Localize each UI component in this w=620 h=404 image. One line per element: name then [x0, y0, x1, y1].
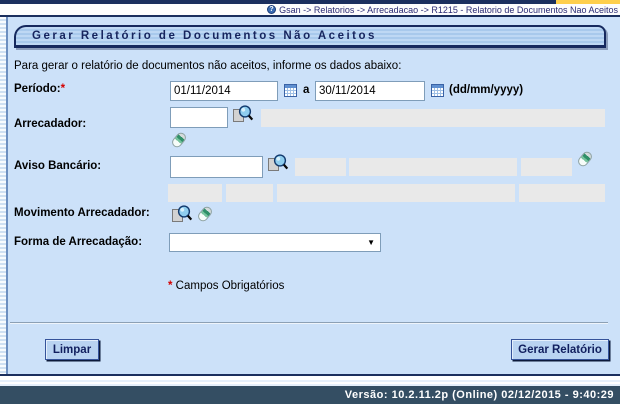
arrecadador-input[interactable]	[170, 107, 228, 128]
forma-arrecadacao-select[interactable]: ▼	[169, 233, 381, 252]
eraser-icon[interactable]	[575, 149, 595, 169]
version-text: Versão: 10.2.11.2p (Online) 02/12/2015 -…	[344, 389, 614, 401]
aviso-readonly-field	[521, 158, 572, 176]
forma-arrecadacao-label: Forma de Arrecadação:	[14, 236, 143, 248]
left-stripe-decoration	[0, 17, 8, 374]
page-title-text: Gerar Relatório de Documentos Não Aceito…	[32, 30, 377, 42]
eraser-icon[interactable]	[195, 204, 215, 224]
search-icon[interactable]	[232, 104, 254, 125]
instruction-text: Para gerar o relatório de documentos não…	[14, 60, 402, 72]
eraser-icon[interactable]	[169, 130, 189, 150]
aviso-bancario-input[interactable]	[170, 156, 263, 178]
page-title: Gerar Relatório de Documentos Não Aceito…	[14, 25, 606, 48]
arrecadador-description-field	[261, 109, 605, 127]
bottom-stripe-decoration	[0, 378, 620, 386]
aviso-readonly-field	[226, 184, 273, 202]
required-asterisk: *	[60, 83, 66, 95]
search-icon[interactable]	[267, 153, 289, 174]
breadcrumb: Gsan -> Relatorios -> Arrecadacao -> R12…	[279, 4, 618, 15]
aviso-readonly-field	[168, 184, 222, 202]
help-icon[interactable]: ?	[267, 5, 277, 14]
arrecadador-label: Arrecadador:	[14, 118, 87, 130]
breadcrumb-bar: ? Gsan -> Relatorios -> Arrecadacao -> R…	[0, 4, 620, 15]
aviso-readonly-field	[519, 184, 605, 202]
gerar-relatorio-button[interactable]: Gerar Relatório	[511, 339, 609, 360]
aviso-bancario-label: Aviso Bancário:	[14, 160, 102, 172]
required-fields-note: * Campos Obrigatórios	[168, 280, 285, 292]
version-bar: Versão: 10.2.11.2p (Online) 02/12/2015 -…	[0, 386, 620, 404]
periodo-end-input[interactable]	[315, 81, 425, 101]
periodo-start-input[interactable]	[170, 81, 278, 101]
chevron-down-icon: ▼	[367, 238, 375, 247]
date-format-hint: (dd/mm/yyyy)	[449, 84, 524, 96]
aviso-readonly-field	[349, 158, 517, 176]
aviso-readonly-field	[277, 184, 515, 202]
form-panel: Gerar Relatório de Documentos Não Aceito…	[0, 17, 620, 376]
periodo-separator: a	[303, 84, 310, 96]
search-icon[interactable]	[171, 204, 193, 225]
calendar-icon[interactable]	[431, 84, 444, 97]
limpar-button[interactable]: Limpar	[45, 339, 99, 360]
divider	[10, 322, 608, 324]
calendar-icon[interactable]	[284, 84, 297, 97]
gsan-window: ? Gsan -> Relatorios -> Arrecadacao -> R…	[0, 0, 620, 404]
movimento-arrecadador-label: Movimento Arrecadador:	[14, 207, 150, 219]
aviso-readonly-field	[295, 158, 346, 176]
periodo-label: Período:*	[14, 83, 66, 95]
